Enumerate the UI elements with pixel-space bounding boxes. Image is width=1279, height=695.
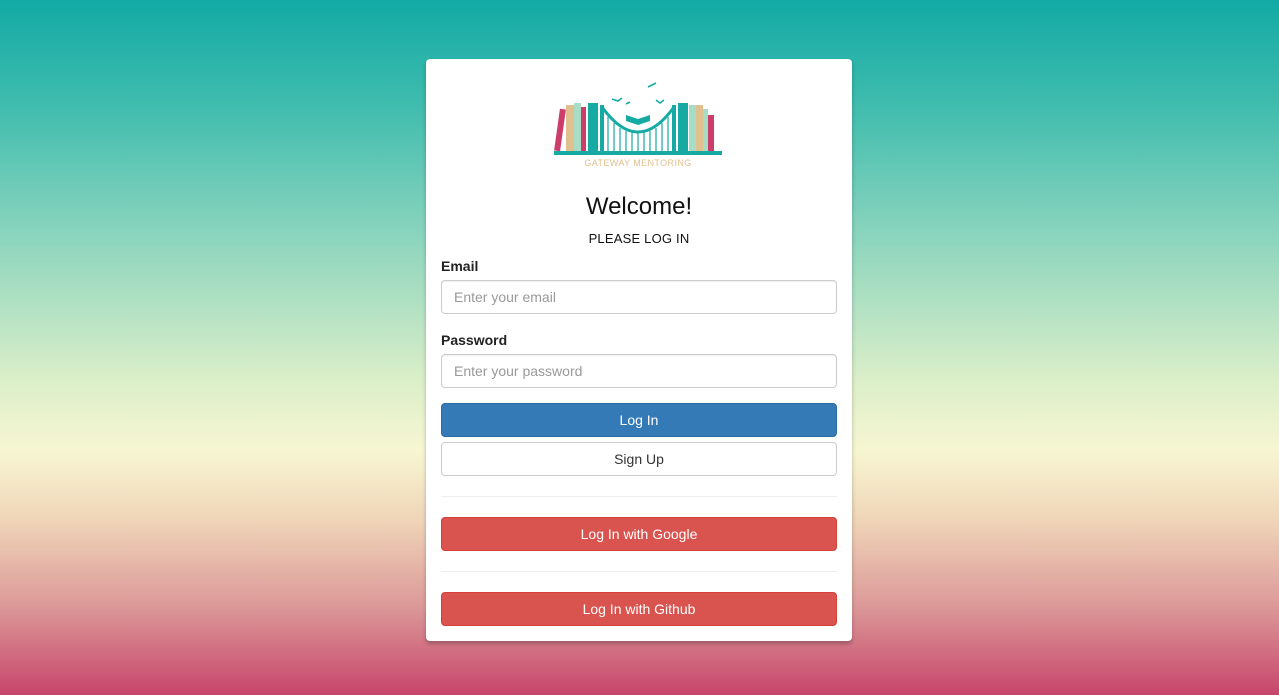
login-subtitle: PLEASE LOG IN [588,231,690,246]
email-input[interactable] [441,280,837,314]
password-label: Password [441,332,508,348]
divider [441,496,837,497]
login-button[interactable]: Log In [441,403,837,437]
github-login-button[interactable]: Log In with Github [441,592,837,626]
gateway-mentoring-logo: GATEWAY MENTORING [552,79,724,173]
login-card: GATEWAY MENTORING Welcome! PLEASE LOG IN… [426,59,852,641]
logo-text: GATEWAY MENTORING [584,158,692,168]
welcome-heading: Welcome! [585,193,693,220]
password-input[interactable] [441,354,837,388]
signup-button[interactable]: Sign Up [441,442,837,476]
google-login-button[interactable]: Log In with Google [441,517,837,551]
divider [441,571,837,572]
email-label: Email [441,258,479,274]
